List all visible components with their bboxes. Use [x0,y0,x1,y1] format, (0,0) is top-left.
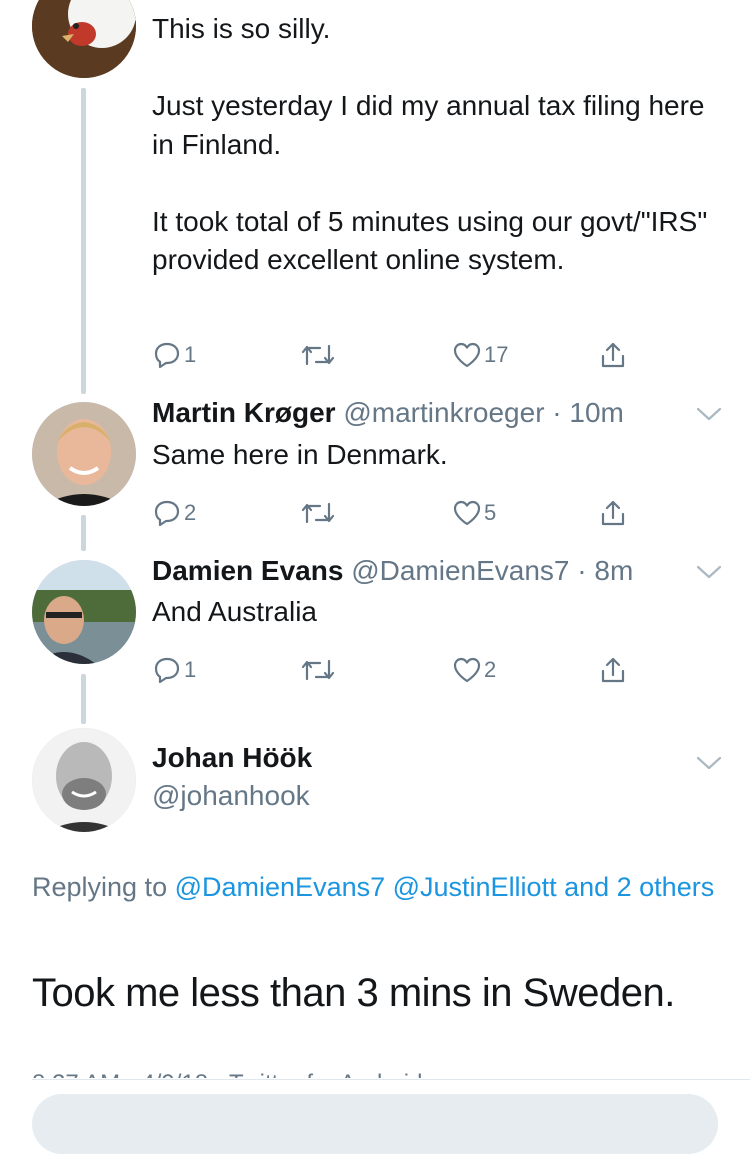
main-tweet-text: Took me less than 3 mins in Sweden. [32,971,675,1015]
like-count: 5 [484,500,497,525]
replying-users-link[interactable]: @DamienEvans7 @JustinElliott [175,872,557,902]
tweet-actions: 1 2 [152,650,642,690]
retweet-icon [301,502,335,524]
retweet-icon [301,344,335,366]
display-name[interactable]: Johan Höök [152,742,312,773]
tweet-meta: 8:27 AM · 4/9/18 · Twitter for Android [32,1070,422,1078]
replying-others-link[interactable]: and 2 others [564,872,714,902]
heart-icon [453,500,481,526]
chevron-down-icon[interactable] [696,564,722,580]
reply-button[interactable]: 2 [152,493,196,533]
reply-count: 2 [184,500,197,525]
retweet-icon [301,659,335,681]
tweet-actions: 1 17 [152,335,642,375]
person-avatar[interactable] [32,402,136,506]
reply-input[interactable] [32,1094,718,1154]
main-tweet-author: Johan Höök [152,742,312,774]
like-button[interactable]: 17 [452,335,508,375]
replying-to: Replying to @DamienEvans7 @JustinElliott… [32,866,722,909]
share-icon [601,657,625,683]
tweet-actions: 2 5 [152,493,642,533]
thread-line [81,515,86,551]
like-count: 2 [484,657,497,682]
tweet-text: Same here in Denmark. [152,439,448,470]
tweet-text: This is so silly. Just yesterday I did m… [152,13,708,275]
share-icon [601,500,625,526]
chevron-down-icon[interactable] [696,755,722,771]
user-handle[interactable]: @martinkroeger [343,397,544,428]
reply-button[interactable]: 1 [152,650,196,690]
rooster-avatar[interactable] [32,0,136,78]
tweet-time: · 8m [577,555,634,586]
chevron-down-icon[interactable] [696,406,722,422]
like-count: 17 [484,342,509,367]
heart-icon [453,342,481,368]
tweet-header: Martin Krøger @martinkroeger · 10m [152,397,624,429]
like-button[interactable]: 2 [452,650,496,690]
retweet-button[interactable] [300,493,336,533]
thread-line [81,674,86,724]
tweet-timestamp: 8:27 AM · 4/9/18 · Twitter for Android [32,1064,422,1078]
like-button[interactable]: 5 [452,493,496,533]
main-tweet-handle-line: @johanhook [152,780,310,812]
tweet-text: And Australia [152,596,317,627]
tweet-header: Damien Evans @DamienEvans7 · 8m [152,555,633,587]
reply-icon [154,500,180,527]
replying-prefix: Replying to [32,872,168,902]
reply-icon [154,657,180,684]
heart-icon [453,657,481,683]
share-button[interactable] [598,493,628,533]
display-name[interactable]: Martin Krøger [152,397,336,428]
reply-count: 1 [184,657,197,682]
retweet-button[interactable] [300,335,336,375]
share-icon [601,342,625,368]
reply-icon [154,342,180,369]
user-handle[interactable]: @DamienEvans7 [351,555,569,586]
thread-line [81,88,86,394]
share-button[interactable] [598,650,628,690]
display-name[interactable]: Damien Evans [152,555,343,586]
divider [32,1079,750,1080]
retweet-button[interactable] [300,650,336,690]
user-handle[interactable]: @johanhook [152,780,310,811]
share-button[interactable] [598,335,628,375]
tweet-time: · 10m [552,397,624,428]
bearded-man-avatar[interactable] [32,728,136,832]
person-lake-avatar[interactable] [32,560,136,664]
reply-count: 1 [184,342,197,367]
reply-button[interactable]: 1 [152,335,196,375]
